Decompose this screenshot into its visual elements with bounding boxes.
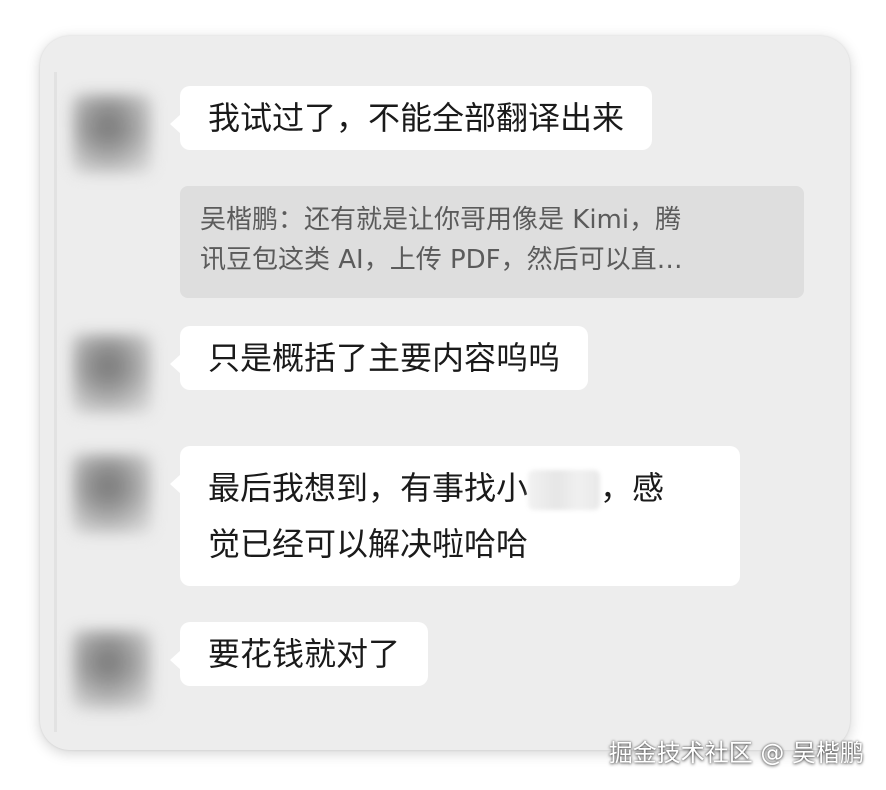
message-bubble[interactable]: 只是概括了主要内容呜呜 [169, 326, 589, 390]
message-text-segment: 最后我想到，有事找小 [208, 469, 529, 507]
watermark: 掘金技术社区 @ 吴楷鹏 [608, 739, 864, 767]
quoted-reply-line: 讯豆包这类 AI，上传 PDF，然后可以直… [200, 245, 683, 275]
quoted-reply[interactable]: 吴楷鹏：还有就是让你哥用像是 Kimi，腾 讯豆包这类 AI，上传 PDF，然后… [180, 186, 804, 298]
redacted-text [528, 470, 601, 510]
quoted-reply-line: 吴楷鹏：还有就是让你哥用像是 Kimi，腾 [200, 205, 682, 235]
avatar[interactable] [72, 334, 152, 414]
message-text: 我试过了，不能全部翻译出来 [208, 99, 625, 137]
screenshot-stage: 我试过了，不能全部翻译出来 吴楷鹏：还有就是让你哥用像是 Kimi，腾 讯豆包这… [0, 0, 886, 790]
avatar[interactable] [72, 630, 152, 710]
avatar[interactable] [72, 94, 152, 174]
message-text-line: 觉已经可以解决啦哈哈 [208, 525, 529, 563]
message-text-segment: ，感 [600, 469, 665, 507]
panel-divider [54, 72, 57, 732]
message-bubble[interactable]: 最后我想到，有事找小 ，感 觉已经可以解决啦哈哈 [170, 446, 740, 586]
chat-panel: 我试过了，不能全部翻译出来 吴楷鹏：还有就是让你哥用像是 Kimi，腾 讯豆包这… [40, 36, 850, 750]
message-text: 只是概括了主要内容呜呜 [208, 339, 561, 377]
message-text-line: 最后我想到，有事找小 ，感 [208, 460, 712, 516]
message-bubble[interactable]: 要花钱就对了 [169, 622, 429, 686]
message-text: 要花钱就对了 [208, 635, 401, 673]
message-bubble[interactable]: 我试过了，不能全部翻译出来 [169, 86, 653, 150]
avatar[interactable] [72, 454, 152, 534]
